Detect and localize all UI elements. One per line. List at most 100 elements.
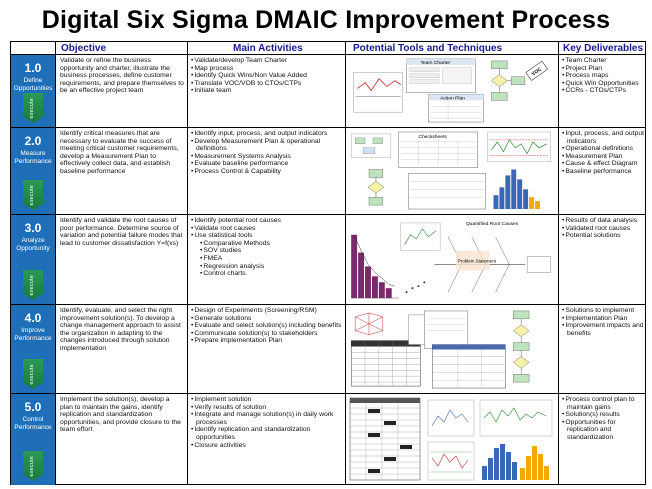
deliverable-item: Quick Win Opportunities <box>562 80 645 88</box>
execute-arrow-icon: execute <box>23 359 43 389</box>
phase-number: 3.0 <box>24 221 42 235</box>
deliverable-item: Results of data analysis <box>562 217 645 225</box>
deliverable-item: Baseline performance <box>562 168 645 176</box>
header-objective: Objective <box>61 43 107 54</box>
deliverable-item: Solution(s) results <box>562 411 645 419</box>
header-row: Objective Main Activities Potential Tool… <box>11 42 645 55</box>
phase-name: Measure Performance <box>14 150 52 165</box>
tools-collage-measure: Checksheets <box>348 130 556 212</box>
tools-diagram <box>349 397 553 481</box>
deliverables-list: Team Charter Project Plan Process maps Q… <box>562 57 645 95</box>
activity-item: Measurement Systems Analysis <box>191 153 343 161</box>
activity-item: Identify replication and standardization… <box>191 426 343 441</box>
activities-list: Implement solution Verify results of sol… <box>191 396 343 449</box>
tools-diagram: Team Charter Action Plan VOC <box>353 58 549 123</box>
objective-text: Identify critical measures that are nece… <box>60 130 179 175</box>
header-tools: Potential Tools and Techniques <box>353 43 503 54</box>
deliverable-item: Measurement Plan <box>562 153 645 161</box>
phase-label: 5.0 Control Performance execute <box>11 394 55 485</box>
deliverables-list: Input, process, and output indicators Op… <box>562 130 645 176</box>
phase-name: Improve Performance <box>14 327 52 342</box>
activity-item: Communicate solution(s) to stakeholders <box>191 330 343 338</box>
deliverable-item: Project Plan <box>562 65 645 73</box>
phase-row-define: 1.0 Define Opportunities execute Validat… <box>11 55 645 128</box>
activity-item: Design of Experiments (Screening/RSM) <box>191 307 343 315</box>
phase-row-analyze: 3.0 Analyze Opportunity execute Identify… <box>11 215 645 305</box>
activities-list: Validate/develop Team Charter Map proces… <box>191 57 343 95</box>
deliverable-item: Process maps <box>562 72 645 80</box>
activity-subitem: Regression analysis <box>191 263 343 271</box>
execute-arrow-icon: execute <box>23 270 43 300</box>
execute-label: execute <box>29 98 35 119</box>
action-plan-label: Action Plan <box>440 95 465 101</box>
activity-item: Validate/develop Team Charter <box>191 57 343 65</box>
execute-label: execute <box>29 456 35 477</box>
phase-number: 1.0 <box>24 61 42 75</box>
activity-item: Map process <box>191 65 343 73</box>
phase-name: Control Performance <box>14 416 52 431</box>
activity-item: Use statistical tools <box>191 232 343 240</box>
dmaic-table: Objective Main Activities Potential Tool… <box>10 41 646 485</box>
activity-item: Initiate team <box>191 87 343 95</box>
activity-subitem: FMEA <box>191 255 343 263</box>
deliverables-list: Process control plan to maintain gains S… <box>562 396 645 442</box>
deliverable-item: Opportunities for replication and standa… <box>562 419 645 442</box>
execute-arrow-icon: execute <box>23 93 43 123</box>
tools-collage-define: Team Charter Action Plan VOC <box>348 57 556 125</box>
activity-item: Verify results of solution <box>191 404 343 412</box>
deliverable-item: Cause & effect Diagram <box>562 160 645 168</box>
deliverables-list: Results of data analysis Validated root … <box>562 217 645 240</box>
execute-arrow-icon: execute <box>23 451 43 481</box>
phase-row-measure: 2.0 Measure Performance execute Identify… <box>11 128 645 215</box>
phase-number: 2.0 <box>24 134 42 148</box>
problem-statement-label: Problem Statement <box>458 258 497 263</box>
activity-item: Validate root causes <box>191 225 343 233</box>
phase-name: Analyze Opportunity <box>16 237 50 252</box>
execute-arrow-icon: execute <box>23 180 43 210</box>
team-charter-label: Team Charter <box>420 60 450 66</box>
activities-list: Identify input, process, and output indi… <box>191 130 343 176</box>
activities-list: Design of Experiments (Screening/RSM) Ge… <box>191 307 343 345</box>
execute-label: execute <box>29 185 35 206</box>
deliverable-item: Solutions to implement <box>562 307 645 315</box>
activity-item: Process Control & Capability <box>191 168 343 176</box>
phase-name: Define Opportunities <box>13 77 53 92</box>
activity-item: Identify input, process, and output indi… <box>191 130 343 138</box>
activity-item: Evaluate baseline performance <box>191 160 343 168</box>
activity-item: Evaluate and select solution(s) includin… <box>191 322 343 330</box>
execute-label: execute <box>29 275 35 296</box>
activity-subitem: SOV studies <box>191 247 343 255</box>
objective-text: Validate or refine the business opportun… <box>60 57 184 95</box>
objective-text: Identify, evaluate, and select the right… <box>60 307 181 352</box>
activity-item: Generate solutions <box>191 315 343 323</box>
phase-number: 4.0 <box>24 311 42 325</box>
activity-item: Closure activities <box>191 442 343 450</box>
execute-label: execute <box>29 364 35 385</box>
objective-text: Implement the solution(s), develop a pla… <box>60 396 181 434</box>
header-deliverables: Key Deliverables <box>563 43 644 54</box>
deliverable-item: Operational definitions <box>562 145 645 153</box>
tools-diagram: Checksheets <box>351 131 551 210</box>
activity-item: Implement solution <box>191 396 343 404</box>
phase-label: 3.0 Analyze Opportunity execute <box>11 215 55 304</box>
deliverable-item: Input, process, and output indicators <box>562 130 645 145</box>
page-title: Digital Six Sigma DMAIC Improvement Proc… <box>41 6 611 34</box>
activity-item: Identify Quick Wins/Non Value Added <box>191 72 343 80</box>
deliverable-item: Improvement impacts and benefits <box>562 322 645 337</box>
activity-item: Develop Measurement Plan & operational d… <box>191 138 343 153</box>
activity-subitem: Control charts <box>191 270 343 278</box>
tools-diagram: Quantified Root Causes Problem Statement <box>351 221 552 299</box>
tools-collage-analyze: Quantified Root Causes Problem Statement <box>348 217 556 302</box>
deliverable-item: Team Charter <box>562 57 645 65</box>
activity-item: Identify potential root causes <box>191 217 343 225</box>
root-causes-label: Quantified Root Causes <box>466 221 519 227</box>
deliverables-list: Solutions to implement Implementation Pl… <box>562 307 645 337</box>
objective-text: Identify and validate the root causes of… <box>60 217 183 247</box>
tools-diagram <box>350 310 530 389</box>
deliverable-item: Validated root causes <box>562 225 645 233</box>
activity-subitem: Comparative Methods <box>191 240 343 248</box>
phase-row-control: 5.0 Control Performance execute Implemen… <box>11 394 645 485</box>
deliverable-item: Implementation Plan <box>562 315 645 323</box>
tools-collage-control <box>348 396 556 483</box>
deliverable-item: Process control plan to maintain gains <box>562 396 645 411</box>
